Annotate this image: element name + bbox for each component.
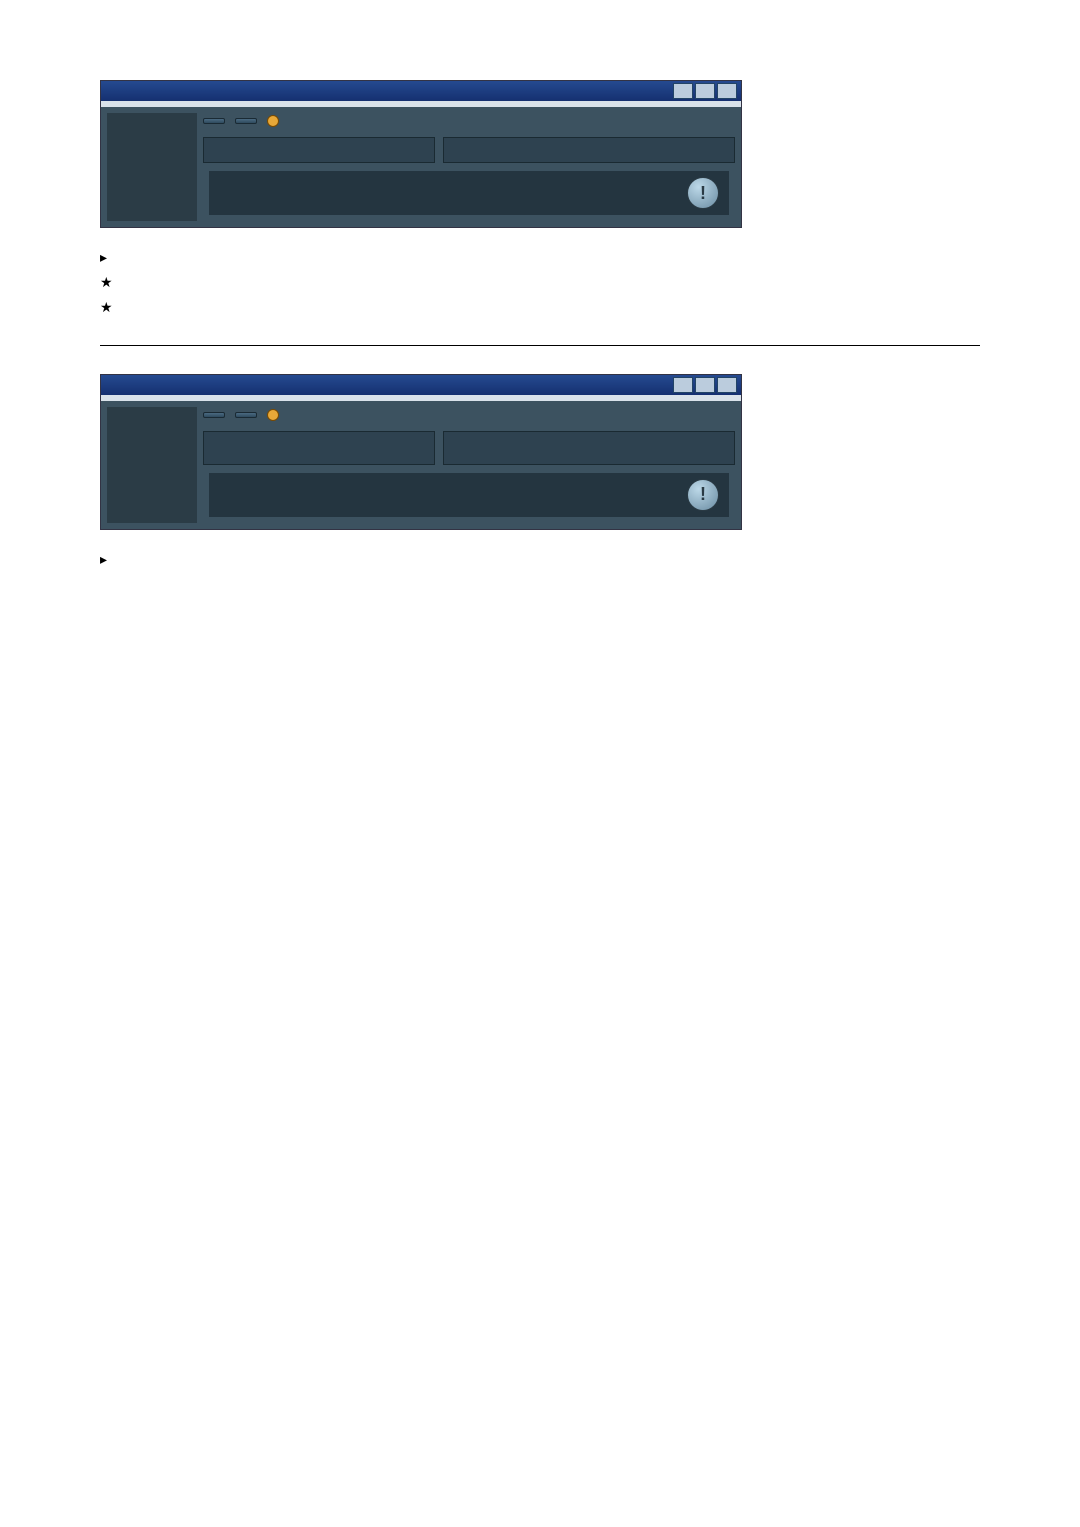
picture-detail-panel: [443, 137, 735, 163]
audio-detail-panel: [443, 431, 735, 465]
arrow-icon: ▸: [100, 550, 116, 569]
section-heading: [444, 432, 734, 448]
footer-bar: !: [209, 171, 729, 215]
doc-body-2: ▸: [100, 550, 980, 569]
info-grid: [203, 137, 435, 163]
bullet-icon: ★: [100, 298, 114, 317]
info-icon: !: [687, 177, 719, 209]
info-icon: !: [687, 479, 719, 511]
busy-indicator-icon: [267, 115, 279, 127]
select-all-button[interactable]: [203, 412, 225, 418]
maximize-button[interactable]: [695, 377, 715, 393]
doc-body-1: ▸ ★ ★: [100, 248, 980, 317]
select-all-button[interactable]: [203, 118, 225, 124]
selection-toolbar: [203, 407, 735, 427]
app-window-audio: !: [100, 374, 742, 530]
busy-indicator-icon: [267, 409, 279, 421]
clear-all-button[interactable]: [235, 412, 257, 418]
minimize-button[interactable]: [673, 377, 693, 393]
sidebar: [107, 407, 197, 523]
bullet-icon: ★: [100, 273, 114, 292]
selection-toolbar: [203, 113, 735, 133]
clear-all-button[interactable]: [235, 118, 257, 124]
close-button[interactable]: [717, 83, 737, 99]
window-controls: [673, 83, 737, 99]
arrow-icon: ▸: [100, 248, 116, 267]
title-bar: [101, 81, 741, 101]
info-grid: [203, 431, 435, 465]
divider: [100, 345, 980, 346]
sidebar: [107, 113, 197, 221]
close-button[interactable]: [717, 377, 737, 393]
footer-bar: !: [209, 473, 729, 517]
section-heading: [444, 138, 734, 154]
maximize-button[interactable]: [695, 83, 715, 99]
app-window-picture: !: [100, 80, 742, 228]
window-controls: [673, 377, 737, 393]
minimize-button[interactable]: [673, 83, 693, 99]
title-bar: [101, 375, 741, 395]
